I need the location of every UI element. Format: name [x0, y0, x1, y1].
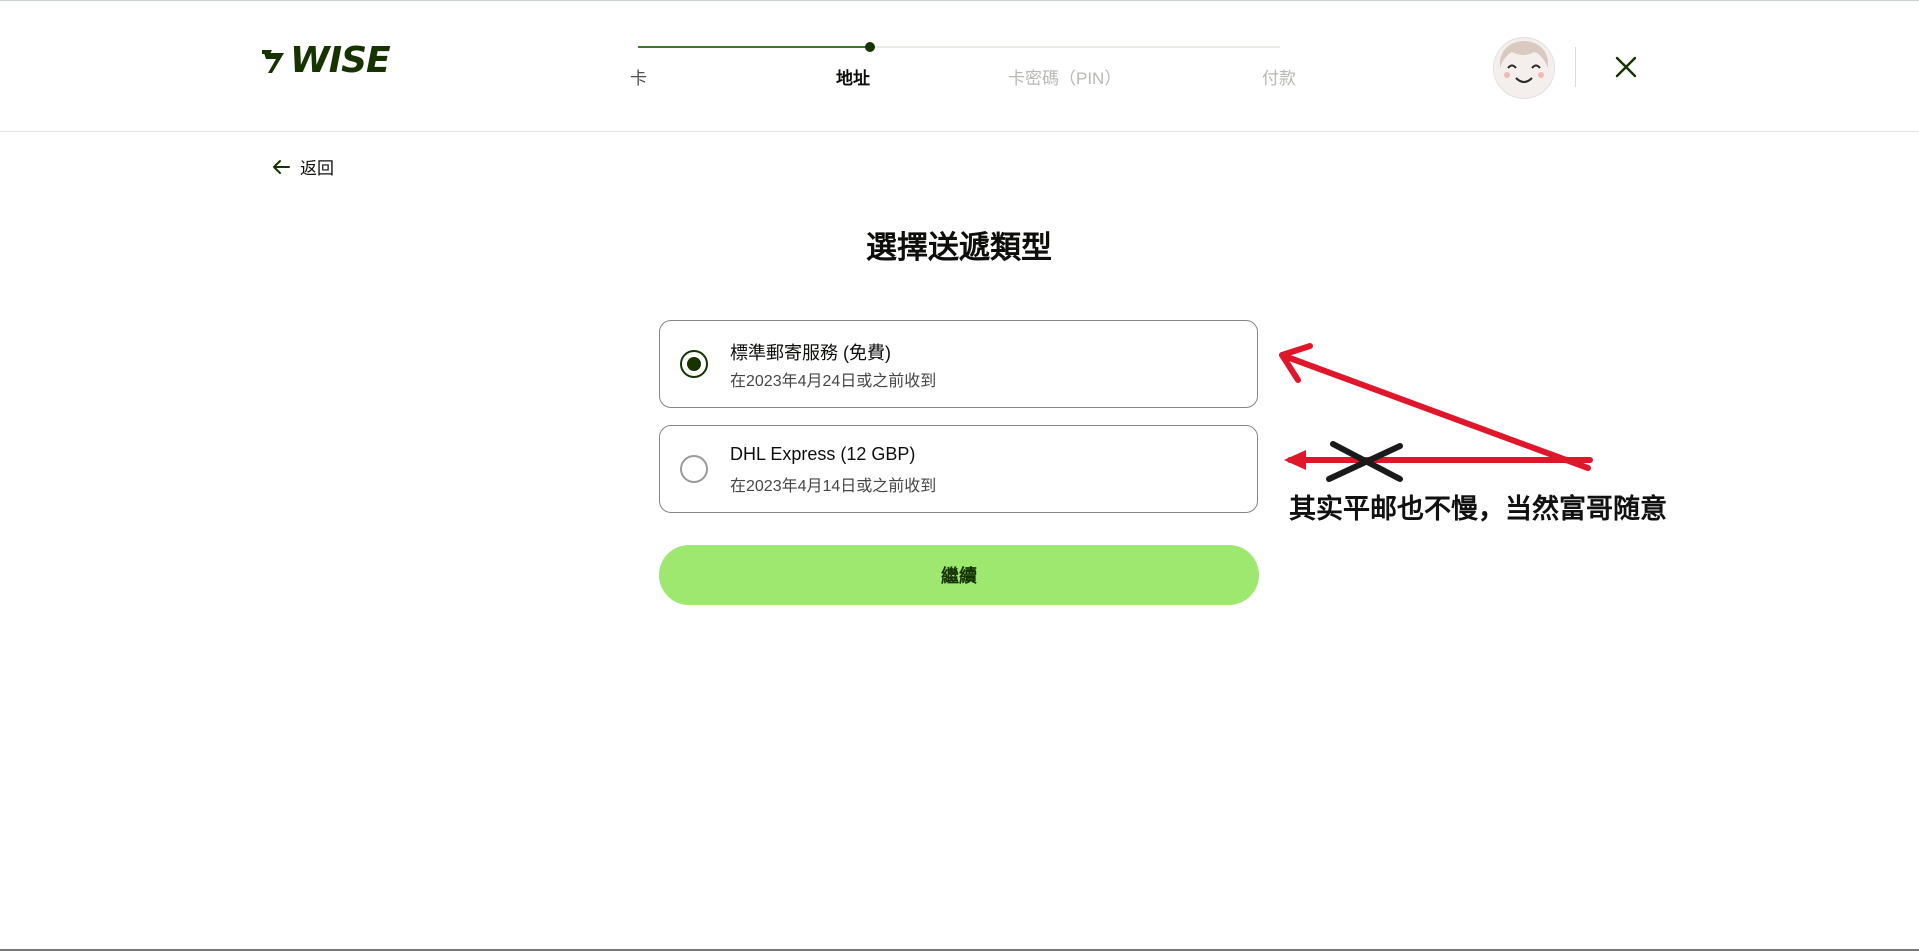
- page: WISE 卡 地址 卡密碼（PIN） 付款 返回 選擇送遞類型 標準郵寄服務 (…: [0, 0, 1919, 951]
- option-delivery-date: 在2023年4月24日或之前收到: [730, 373, 937, 390]
- stepper-progress: [638, 46, 870, 48]
- step-address: 地址: [836, 69, 870, 88]
- option-delivery-date: 在2023年4月14日或之前收到: [730, 478, 937, 495]
- step-payment: 付款: [1262, 69, 1296, 88]
- logo-wordmark: WISE: [290, 40, 391, 81]
- delivery-option-dhl[interactable]: DHL Express (12 GBP) 在2023年4月14日或之前收到: [659, 425, 1258, 513]
- step-card: 卡: [630, 69, 647, 88]
- radio-button[interactable]: [680, 455, 708, 483]
- arrow-to-standard: [1279, 343, 1591, 471]
- header: WISE 卡 地址 卡密碼（PIN） 付款: [0, 1, 1919, 132]
- arrow-to-dhl: [1284, 450, 1593, 470]
- cross-mark-icon: [1326, 441, 1403, 482]
- arrow-left-icon: [273, 159, 290, 174]
- progress-stepper: 卡 地址 卡密碼（PIN） 付款: [620, 31, 1300, 101]
- avatar-face-icon: [1494, 38, 1554, 98]
- page-title: 選擇送遞類型: [866, 230, 1052, 265]
- close-icon[interactable]: [1610, 51, 1642, 83]
- option-title: 標準郵寄服務 (免費): [730, 343, 891, 363]
- delivery-option-standard[interactable]: 標準郵寄服務 (免費) 在2023年4月24日或之前收到: [659, 320, 1258, 408]
- step-pin: 卡密碼（PIN）: [1008, 69, 1122, 88]
- annotation-note: 其实平邮也不慢，当然富哥随意: [1289, 494, 1667, 524]
- wise-flag-icon: [262, 50, 284, 73]
- continue-button[interactable]: 繼續: [659, 545, 1259, 605]
- radio-button-selected[interactable]: [680, 350, 708, 378]
- option-title: DHL Express (12 GBP): [730, 444, 916, 464]
- back-label: 返回: [300, 159, 334, 178]
- header-divider: [1575, 47, 1576, 87]
- avatar[interactable]: [1493, 37, 1555, 99]
- stepper-current-dot: [865, 42, 875, 52]
- wise-logo[interactable]: WISE: [262, 40, 391, 81]
- back-link[interactable]: 返回: [270, 154, 334, 179]
